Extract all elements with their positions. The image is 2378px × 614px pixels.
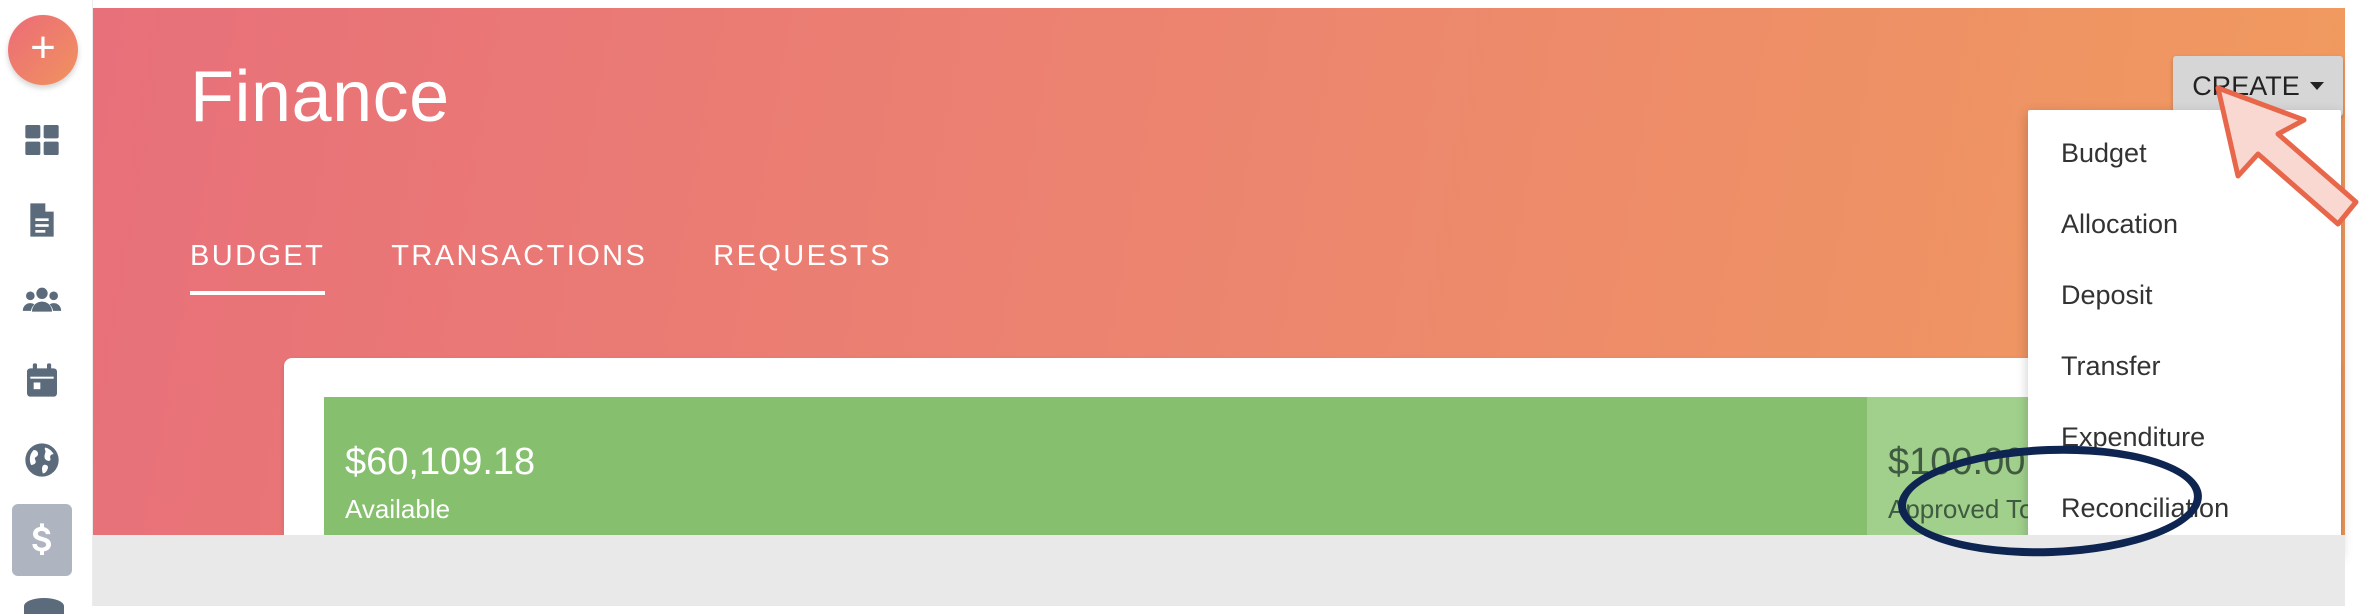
sidebar-item-dashboard[interactable] <box>18 116 66 164</box>
sidebar-item-partial <box>24 598 64 614</box>
calendar-icon <box>27 363 57 397</box>
dashboard-icon <box>25 125 59 155</box>
tab-bar: BUDGET TRANSACTIONS REQUESTS <box>190 240 958 295</box>
sidebar-item-globe[interactable] <box>18 436 66 484</box>
tab-requests[interactable]: REQUESTS <box>713 240 892 295</box>
users-icon <box>22 287 62 312</box>
menu-item-deposit[interactable]: Deposit <box>2061 280 2153 311</box>
globe-icon <box>25 443 59 477</box>
sidebar-item-finance[interactable] <box>12 504 72 576</box>
available-budget-bar: $60,109.18 Available <box>324 397 1867 555</box>
menu-item-budget[interactable]: Budget <box>2061 138 2147 169</box>
document-icon <box>30 203 54 237</box>
sidebar-item-documents[interactable] <box>18 196 66 244</box>
sidebar-item-people[interactable] <box>18 276 66 324</box>
dollar-icon <box>32 523 51 555</box>
menu-item-transfer[interactable]: Transfer <box>2061 351 2161 382</box>
plus-icon: + <box>30 23 56 72</box>
tab-transactions[interactable]: TRANSACTIONS <box>391 240 647 295</box>
pointer-arrow-icon <box>2215 85 2359 227</box>
page-title: Finance <box>190 57 450 137</box>
add-button[interactable]: + <box>8 15 78 85</box>
sidebar-rail: + <box>0 0 93 614</box>
sidebar-item-calendar[interactable] <box>18 356 66 404</box>
available-label: Available <box>345 494 451 524</box>
tab-budget[interactable]: BUDGET <box>190 240 326 295</box>
menu-item-allocation[interactable]: Allocation <box>2061 209 2178 240</box>
available-amount: $60,109.18 <box>345 441 536 483</box>
